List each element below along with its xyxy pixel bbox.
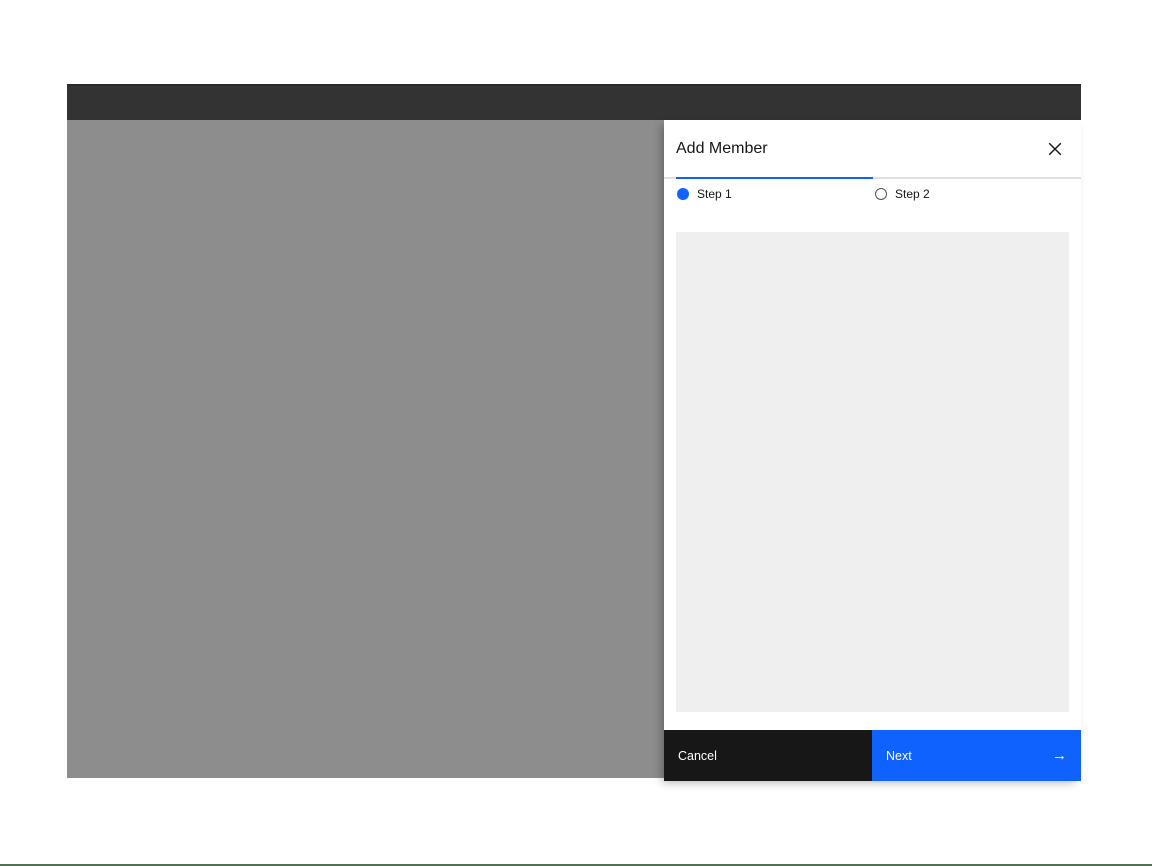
panel-title: Add Member [676, 140, 768, 158]
form-placeholder-area [676, 232, 1069, 712]
add-member-side-panel: Add Member Step 1 Step 2 Cancel [664, 120, 1081, 781]
page-background-canvas [67, 120, 664, 778]
close-button[interactable] [1044, 138, 1066, 160]
panel-footer: Cancel Next → [664, 730, 1081, 781]
arrow-right-icon: → [1052, 748, 1067, 763]
step-progress-fill [676, 177, 873, 179]
next-button[interactable]: Next → [872, 730, 1081, 781]
step-progress-track [664, 177, 1081, 179]
step-current-icon [677, 188, 689, 200]
step-item-2[interactable]: Step 2 [875, 187, 1073, 201]
application-window: Add Member Step 1 Step 2 Cancel [0, 0, 1152, 866]
cancel-button[interactable]: Cancel [664, 730, 872, 781]
close-icon [1048, 142, 1062, 156]
step-indicator: Step 1 Step 2 [664, 184, 1081, 204]
app-header-bar [67, 84, 1081, 120]
step-2-label: Step 2 [895, 187, 930, 201]
panel-header: Add Member [664, 120, 1081, 177]
step-incomplete-icon [875, 188, 887, 200]
step-item-1[interactable]: Step 1 [677, 187, 875, 201]
next-button-label: Next [886, 749, 912, 763]
cancel-button-label: Cancel [678, 749, 717, 763]
step-1-label: Step 1 [697, 187, 732, 201]
